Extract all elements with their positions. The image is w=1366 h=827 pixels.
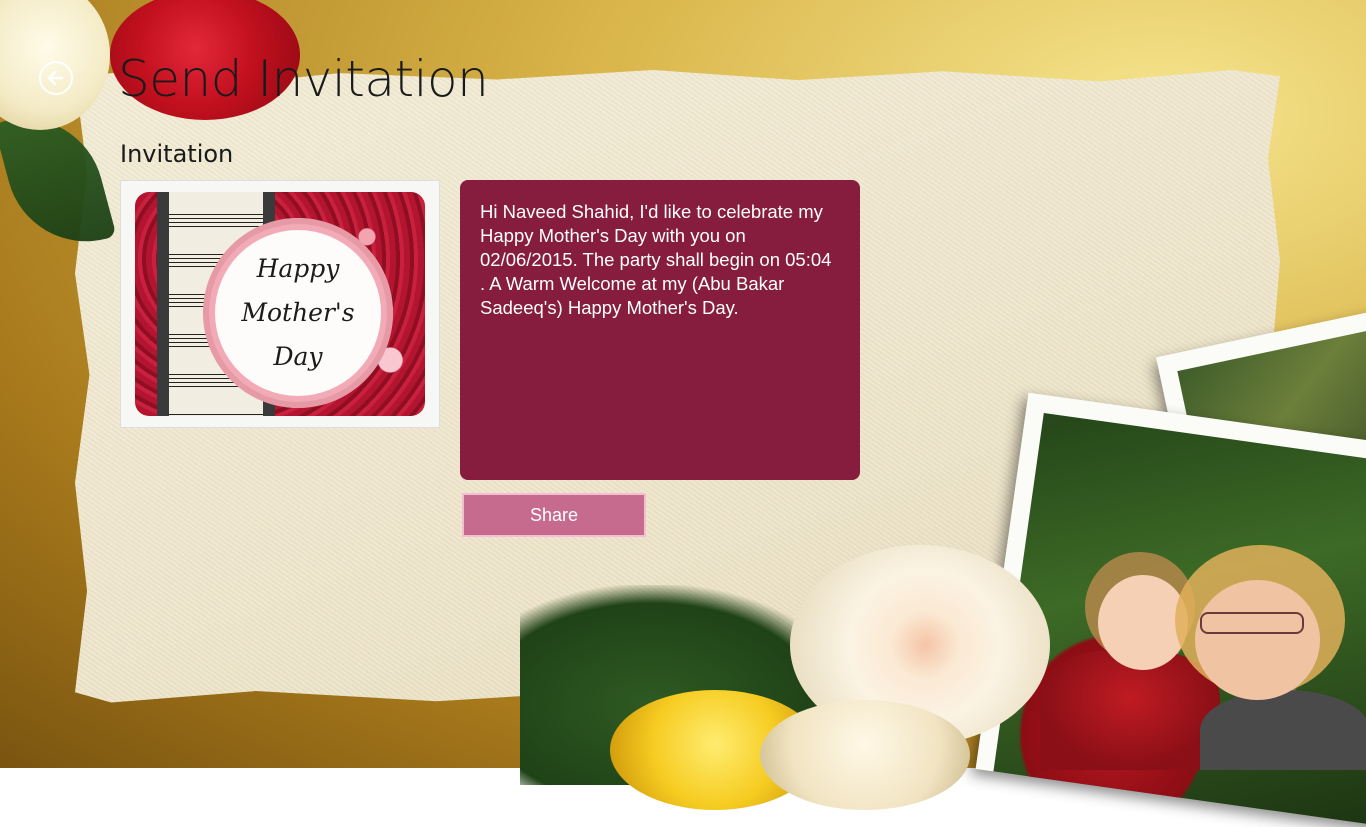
card-greeting-line2: Mother's [241,298,355,327]
photo-detail-mother-face [1195,580,1320,700]
share-button[interactable]: Share [462,493,646,537]
invitation-card-image: Happy Mother's Day [120,180,440,428]
photo-detail-coat [1200,690,1366,770]
ribbon-left [157,192,169,416]
photo-detail-glasses [1200,612,1304,634]
back-arrow-icon [47,70,64,86]
section-label: Invitation [120,140,234,168]
card-greeting-line3: Day [273,342,323,371]
card-paisley-background: Happy Mother's Day [135,192,425,416]
cream-rose-decoration [760,700,970,810]
page-title: Send Invitation [118,50,489,108]
back-button[interactable] [39,61,73,95]
card-greeting-line1: Happy [256,254,340,283]
invitation-message: Hi Naveed Shahid, I'd like to celebrate … [460,180,860,480]
card-greeting: Happy Mother's Day [215,230,381,396]
card-medallion: Happy Mother's Day [203,218,393,408]
